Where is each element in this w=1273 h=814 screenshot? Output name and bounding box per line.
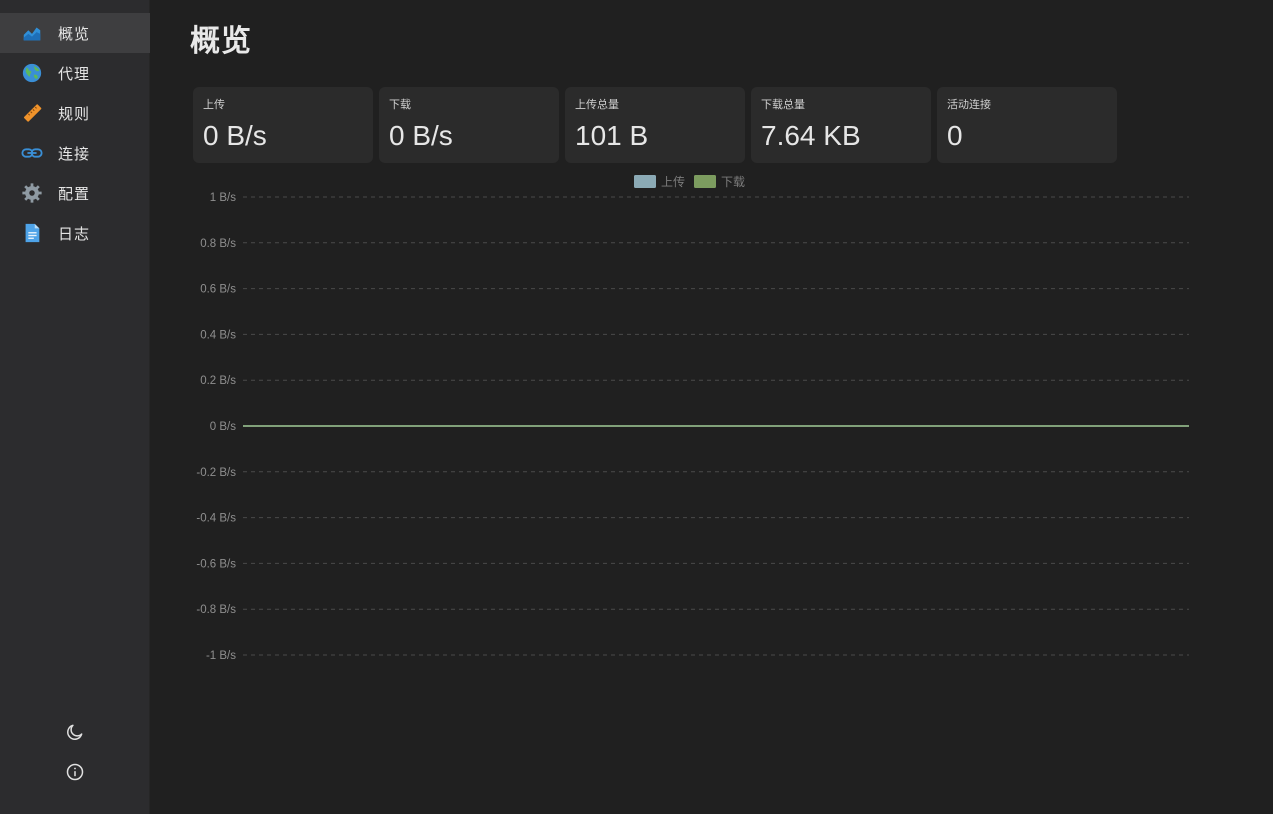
legend-swatch bbox=[634, 175, 656, 188]
y-tick-label: -0.6 B/s bbox=[196, 558, 236, 570]
stat-value: 101 B bbox=[575, 120, 649, 151]
y-tick-label: 0.2 B/s bbox=[200, 375, 236, 387]
stat-card-download-total: 下载总量 7.64 KB bbox=[751, 87, 931, 163]
legend-label: 上传 bbox=[661, 174, 685, 189]
theme-toggle-button[interactable] bbox=[55, 714, 95, 754]
stat-label: 下载总量 bbox=[761, 98, 805, 111]
sidebar: 概览 代理 规则 连接 配置 日志 bbox=[0, 0, 150, 814]
stat-label: 活动连接 bbox=[947, 98, 991, 111]
sidebar-bottom-actions bbox=[0, 714, 150, 794]
sidebar-item-rules[interactable]: 规则 bbox=[0, 93, 150, 133]
y-tick-label: -0.4 B/s bbox=[196, 513, 236, 525]
sidebar-item-overview[interactable]: 概览 bbox=[0, 13, 150, 53]
main-content: 概览 上传 0 B/s 下载 0 B/s 上传总量 101 B 下载总量 7.6… bbox=[150, 0, 1273, 814]
stat-value: 0 bbox=[947, 120, 963, 151]
sidebar-item-connections[interactable]: 连接 bbox=[0, 133, 150, 173]
globe-icon bbox=[20, 61, 44, 85]
legend-label: 下载 bbox=[721, 175, 745, 189]
stat-label: 上传 bbox=[203, 98, 225, 111]
y-tick-label: -1 B/s bbox=[206, 650, 236, 662]
stat-value: 0 B/s bbox=[203, 120, 267, 151]
stat-card-upload-total: 上传总量 101 B bbox=[565, 87, 745, 163]
y-tick-label: 1 B/s bbox=[210, 192, 236, 204]
link-icon bbox=[20, 141, 44, 165]
moon-icon bbox=[65, 722, 85, 746]
sidebar-item-label: 代理 bbox=[58, 64, 91, 83]
stats-row: 上传 0 B/s 下载 0 B/s 上传总量 101 B 下载总量 7.64 K… bbox=[193, 87, 1117, 163]
about-button[interactable] bbox=[55, 754, 95, 794]
sidebar-item-label: 日志 bbox=[58, 224, 91, 243]
y-tick-label: 0 B/s bbox=[210, 421, 236, 433]
y-tick-label: 0.4 B/s bbox=[200, 329, 236, 341]
sidebar-item-proxies[interactable]: 代理 bbox=[0, 53, 150, 93]
sidebar-nav: 概览 代理 规则 连接 配置 日志 bbox=[0, 13, 150, 253]
stat-label: 下载 bbox=[389, 98, 411, 111]
gear-icon bbox=[20, 181, 44, 205]
chart-area-icon bbox=[20, 21, 44, 45]
y-tick-label: 0.8 B/s bbox=[200, 238, 236, 250]
sidebar-item-logs[interactable]: 日志 bbox=[0, 213, 150, 253]
y-tick-label: 0.6 B/s bbox=[200, 284, 236, 296]
stat-value: 0 B/s bbox=[389, 120, 453, 151]
app-window: 概览 代理 规则 连接 配置 日志 概览 上传 0 B/s 下载 0 B/s 上… bbox=[0, 0, 1273, 814]
stat-value: 7.64 KB bbox=[761, 120, 861, 151]
y-tick-label: -0.2 B/s bbox=[196, 467, 236, 479]
stat-label: 上传总量 bbox=[575, 98, 619, 111]
sidebar-item-config[interactable]: 配置 bbox=[0, 173, 150, 213]
sidebar-item-label: 配置 bbox=[58, 184, 91, 203]
page-title: 概览 bbox=[190, 24, 252, 59]
ruler-icon bbox=[20, 101, 44, 125]
sidebar-item-label: 规则 bbox=[58, 104, 91, 123]
sidebar-item-label: 连接 bbox=[58, 144, 91, 163]
legend-swatch bbox=[694, 175, 716, 188]
traffic-chart-svg: 1 B/s 0.8 B/s 0.6 B/s 0.4 B/s 0.2 B/s 0 B/s -0… bbox=[196, 174, 1189, 662]
traffic-chart: 1 B/s 0.8 B/s 0.6 B/s 0.4 B/s 0.2 B/s 0 B/s -0… bbox=[150, 170, 1273, 670]
sidebar-item-label: 概览 bbox=[58, 24, 91, 43]
stat-card-download: 下载 0 B/s bbox=[379, 87, 559, 163]
stat-card-upload: 上传 0 B/s bbox=[193, 87, 373, 163]
info-icon bbox=[65, 762, 85, 786]
stat-card-active-connections: 活动连接 0 bbox=[937, 87, 1117, 163]
document-icon bbox=[20, 221, 44, 245]
y-tick-label: -0.8 B/s bbox=[196, 604, 236, 616]
